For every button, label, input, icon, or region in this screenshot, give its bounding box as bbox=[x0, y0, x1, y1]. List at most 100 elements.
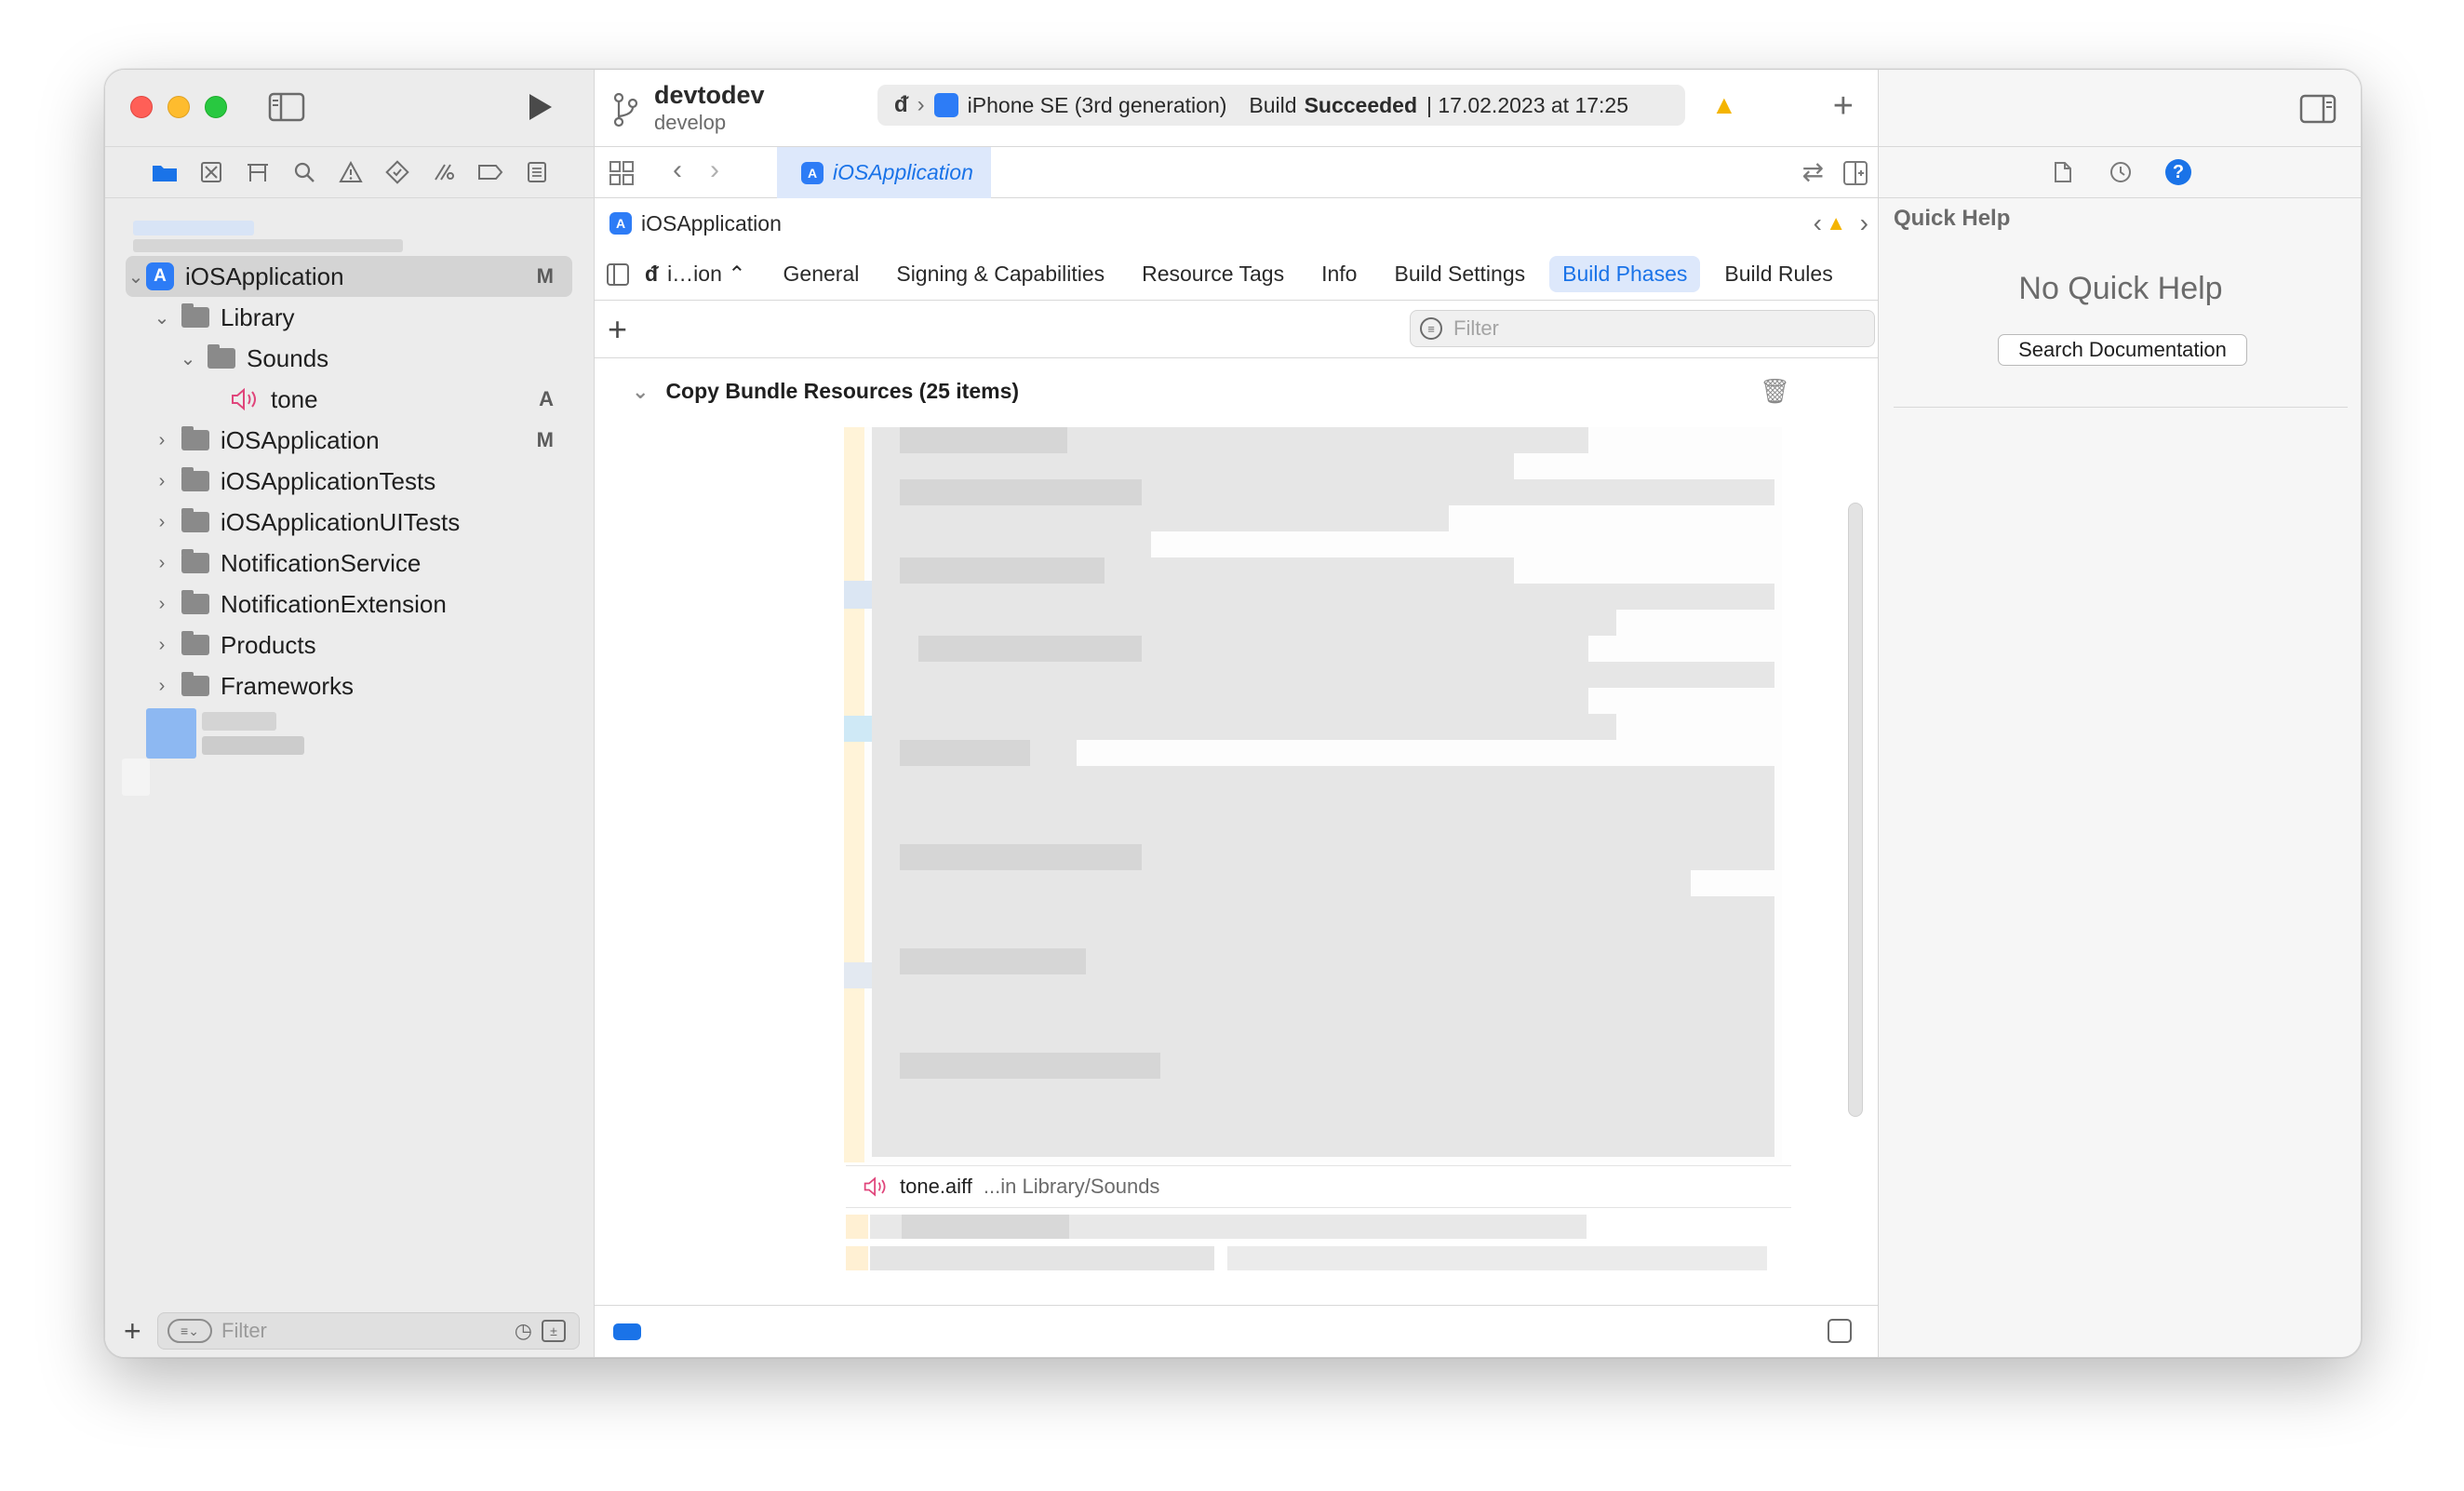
folder-icon bbox=[181, 549, 209, 573]
tab-build-rules[interactable]: Build Rules bbox=[1711, 256, 1845, 292]
tree-row-tests[interactable]: › iOSApplicationTests bbox=[126, 461, 572, 502]
project-name[interactable]: devtodev bbox=[654, 81, 765, 110]
previous-issue-icon[interactable]: ‹ bbox=[1814, 208, 1822, 238]
tree-row-label: tone bbox=[271, 384, 318, 413]
tree-row-label: Sounds bbox=[247, 343, 329, 372]
back-arrow-icon[interactable]: ‹ bbox=[673, 154, 682, 186]
hide-project-list-icon[interactable] bbox=[606, 262, 630, 287]
redacted-item bbox=[133, 221, 254, 235]
source-control-navigator-icon[interactable] bbox=[198, 159, 224, 185]
recent-files-icon[interactable]: ◷ bbox=[515, 1319, 532, 1343]
debug-area-toggle-icon[interactable] bbox=[1828, 1319, 1852, 1343]
tab-resource-tags[interactable]: Resource Tags bbox=[1129, 256, 1297, 292]
folder-icon bbox=[181, 508, 209, 532]
chevron-right-icon[interactable]: › bbox=[152, 512, 172, 533]
tab-signing-capabilities[interactable]: Signing & Capabilities bbox=[883, 256, 1118, 292]
folder-icon bbox=[181, 672, 209, 696]
report-navigator-icon[interactable] bbox=[524, 159, 550, 185]
tab-info[interactable]: Info bbox=[1308, 256, 1370, 292]
branch-icon[interactable] bbox=[611, 90, 639, 128]
next-issue-icon[interactable]: › bbox=[1860, 208, 1868, 238]
search-documentation-button[interactable]: Search Documentation bbox=[1998, 334, 2247, 366]
chevron-right-icon[interactable]: › bbox=[152, 430, 172, 451]
tab-general[interactable]: General bbox=[770, 256, 873, 292]
quick-help-title: Quick Help bbox=[1894, 206, 2011, 231]
redacted-resource-list bbox=[844, 427, 1782, 1162]
editor-tab-label: iOSApplication bbox=[833, 160, 973, 184]
file-inspector-icon[interactable] bbox=[2050, 159, 2076, 185]
chevron-right-icon[interactable]: › bbox=[152, 471, 172, 492]
chevron-down-icon[interactable]: ⌄ bbox=[178, 347, 198, 370]
chevron-down-icon[interactable]: ⌄ bbox=[152, 306, 172, 329]
breakpoint-navigator-icon[interactable] bbox=[477, 159, 503, 185]
tree-row-ios-application[interactable]: › iOSApplication M bbox=[126, 420, 572, 461]
redacted-item bbox=[122, 759, 150, 796]
branch-name[interactable]: develop bbox=[654, 111, 726, 135]
navigator-filter-field[interactable]: ≡⌄ Filter ◷ ± bbox=[157, 1312, 580, 1350]
sidebar-toggle-icon[interactable] bbox=[268, 92, 305, 122]
forward-arrow-icon[interactable]: › bbox=[710, 154, 719, 186]
build-phase-toolbar: + ≡ Filter bbox=[595, 301, 1878, 358]
filter-options-icon[interactable]: ≡⌄ bbox=[167, 1319, 212, 1343]
copy-bundle-resources-header[interactable]: ⌄ Copy Bundle Resources (25 items) bbox=[632, 379, 1019, 404]
tree-row-label: iOSApplication bbox=[221, 425, 380, 454]
tree-row-label: iOSApplicationUITests bbox=[221, 507, 461, 536]
chevron-right-icon[interactable]: › bbox=[152, 676, 172, 697]
chevron-right-icon[interactable]: › bbox=[152, 553, 172, 574]
related-items-icon[interactable] bbox=[608, 159, 636, 187]
resource-file-name: tone.aiff bbox=[900, 1175, 972, 1198]
add-build-phase-button[interactable]: + bbox=[608, 310, 627, 349]
tab-build-settings[interactable]: Build Settings bbox=[1381, 256, 1538, 292]
chevron-down-icon[interactable]: ⌄ bbox=[126, 265, 146, 289]
zoom-window-button[interactable] bbox=[205, 96, 227, 118]
target-selector[interactable]: i…ion ⌃ bbox=[665, 256, 758, 292]
vertical-scrollbar[interactable] bbox=[1848, 503, 1863, 1117]
history-inspector-icon[interactable] bbox=[2108, 159, 2134, 185]
tree-row-notification-extension[interactable]: › NotificationExtension bbox=[126, 584, 572, 625]
scm-filter-icon[interactable]: ± bbox=[542, 1320, 566, 1342]
activity-status-bar[interactable]: ᵭ › iPhone SE (3rd generation) Build Suc… bbox=[877, 85, 1685, 126]
jump-bar-project[interactable]: iOSApplication bbox=[641, 211, 782, 236]
close-window-button[interactable] bbox=[130, 96, 153, 118]
run-icon[interactable] bbox=[522, 90, 556, 124]
folder-icon bbox=[181, 467, 209, 491]
tab-build-phases[interactable]: Build Phases bbox=[1549, 256, 1701, 292]
chevron-right-icon[interactable]: › bbox=[152, 594, 172, 615]
divider bbox=[1894, 407, 2348, 408]
split-editor-icon[interactable] bbox=[1842, 160, 1868, 186]
chevron-right-icon[interactable]: › bbox=[152, 635, 172, 656]
build-phase-filter-field[interactable]: ≡ Filter bbox=[1410, 310, 1875, 347]
warning-icon[interactable]: ▲ bbox=[1826, 211, 1846, 235]
tree-row-project[interactable]: ⌄ A iOSApplication M bbox=[126, 256, 572, 297]
tree-row-sounds[interactable]: ⌄ Sounds bbox=[126, 338, 572, 379]
tree-row-notification-service[interactable]: › NotificationService bbox=[126, 543, 572, 584]
quick-help-icon[interactable]: ? bbox=[2165, 159, 2191, 185]
test-navigator-icon[interactable] bbox=[384, 159, 410, 185]
project-navigator-icon[interactable] bbox=[152, 159, 178, 185]
tree-row-tone[interactable]: tone A bbox=[126, 379, 572, 420]
tree-row-label: Products bbox=[221, 630, 316, 659]
debug-navigator-icon[interactable] bbox=[431, 159, 457, 185]
tree-row-label: Frameworks bbox=[221, 671, 355, 700]
issue-navigator-icon[interactable] bbox=[338, 159, 364, 185]
chevron-down-icon[interactable]: ⌄ bbox=[632, 380, 649, 404]
tree-row-ui-tests[interactable]: › iOSApplicationUITests bbox=[126, 502, 572, 543]
redacted-item bbox=[133, 239, 403, 252]
breakpoints-toggle-icon[interactable] bbox=[613, 1323, 641, 1340]
tree-row-library[interactable]: ⌄ Library bbox=[126, 297, 572, 338]
run-destination[interactable]: iPhone SE (3rd generation) bbox=[968, 93, 1227, 118]
editor-tab-ios-application[interactable]: A iOSApplication bbox=[777, 147, 991, 198]
resource-row-tone-aiff[interactable]: tone.aiff ...in Library/Sounds bbox=[846, 1165, 1791, 1208]
trash-icon[interactable]: 🗑 bbox=[1760, 377, 1790, 406]
tree-row-products[interactable]: › Products bbox=[126, 625, 572, 665]
symbol-navigator-icon[interactable] bbox=[245, 159, 271, 185]
minimize-window-button[interactable] bbox=[167, 96, 190, 118]
scheme-icon[interactable]: ᵭ bbox=[894, 92, 908, 118]
inspector-toggle-icon[interactable] bbox=[2299, 94, 2337, 124]
warning-icon[interactable]: ▲ bbox=[1711, 90, 1737, 120]
tree-row-frameworks[interactable]: › Frameworks bbox=[126, 665, 572, 706]
add-file-button[interactable]: + bbox=[124, 1314, 141, 1349]
swap-editor-icon[interactable]: ⇄ bbox=[1802, 156, 1824, 187]
library-add-button[interactable]: + bbox=[1833, 87, 1854, 127]
find-navigator-icon[interactable] bbox=[291, 159, 317, 185]
